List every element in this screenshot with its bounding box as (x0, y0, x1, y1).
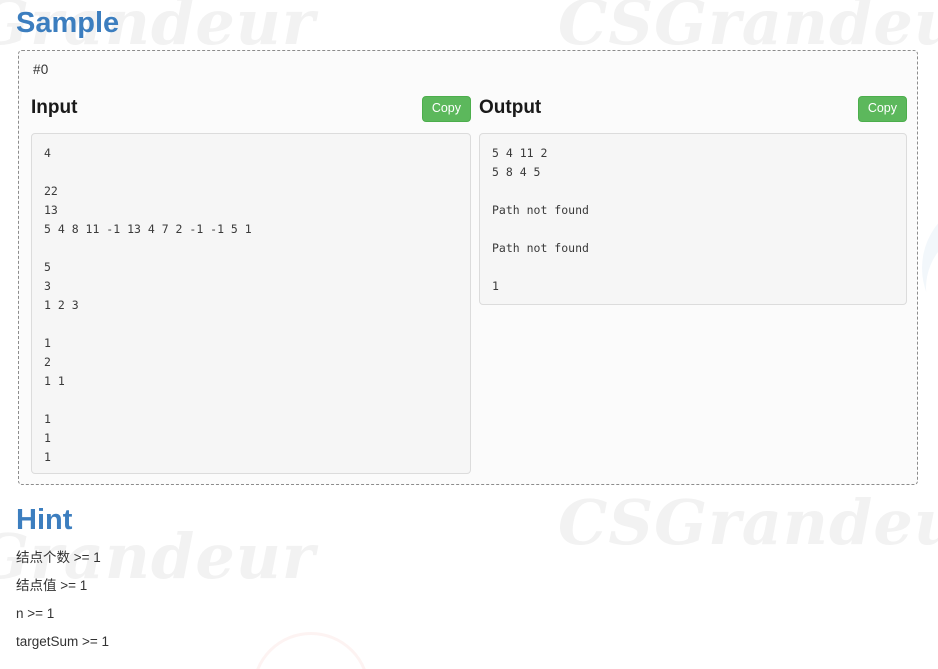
page-title-hint: Hint (16, 504, 73, 536)
decorative-blob-inner (926, 228, 938, 348)
hint-list: 结点个数 >= 1 结点值 >= 1 n >= 1 targetSum >= 1 (16, 550, 616, 662)
hint-line: 结点个数 >= 1 (16, 550, 101, 565)
sample-output-column: Output Copy 5 4 11 2 5 8 4 5 Path not fo… (479, 95, 907, 305)
decorative-blob (922, 198, 938, 338)
copy-output-button[interactable]: Copy (857, 96, 907, 122)
sample-case-index: #0 (33, 62, 49, 77)
hint-line: targetSum >= 1 (16, 634, 110, 649)
background-watermark-text: CSGrandeur (558, 486, 938, 559)
sample-input-text[interactable]: 4 22 13 5 4 8 11 -1 13 4 7 2 -1 -1 5 1 5… (31, 133, 471, 474)
hint-line: 结点值 >= 1 (16, 578, 88, 593)
copy-input-button[interactable]: Copy (421, 96, 471, 122)
page-title-sample: Sample (16, 7, 120, 39)
sample-input-header: Input Copy (31, 95, 471, 125)
sample-output-header: Output Copy (479, 95, 907, 125)
sample-input-heading: Input (31, 97, 78, 118)
sample-output-heading: Output (479, 97, 542, 118)
sample-input-column: Input Copy 4 22 13 5 4 8 11 -1 13 4 7 2 … (31, 95, 471, 474)
sample-case-panel: #0 Input Copy 4 22 13 5 4 8 11 -1 13 4 7… (18, 50, 918, 485)
sample-output-text[interactable]: 5 4 11 2 5 8 4 5 Path not found Path not… (479, 133, 907, 305)
hint-line: n >= 1 (16, 606, 55, 621)
